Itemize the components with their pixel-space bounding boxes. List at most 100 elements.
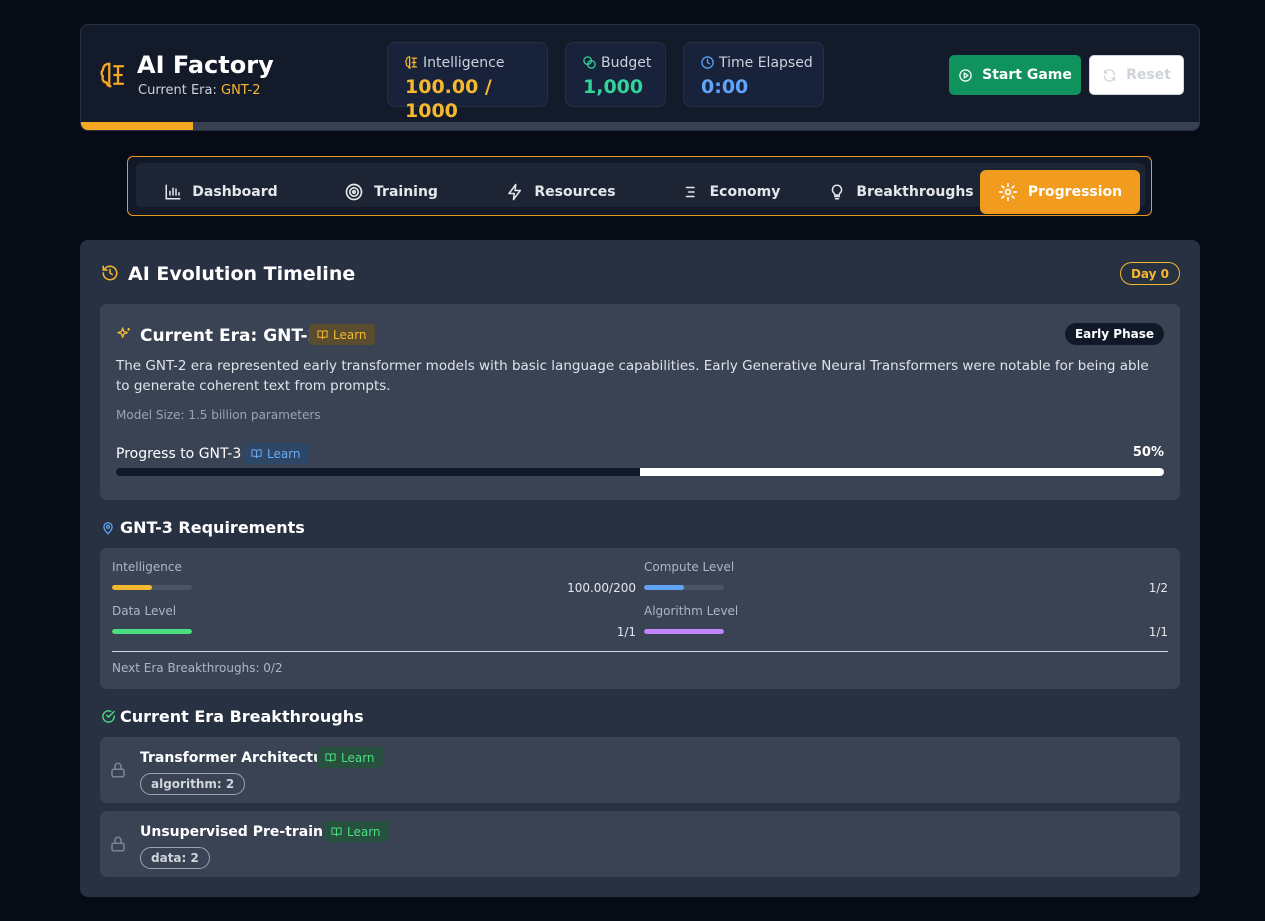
current-era-title: Current Era: GNT-2 — [140, 326, 320, 346]
tab-economy[interactable]: Economy — [646, 170, 816, 214]
brain-icon — [98, 60, 128, 90]
req-value-data: 1/1 — [616, 625, 636, 639]
coins-icon — [582, 55, 597, 70]
req-bar-data — [112, 629, 192, 634]
current-era-card: Current Era: GNT-2 Learn Early Phase The… — [100, 304, 1180, 500]
book-icon — [331, 826, 342, 837]
intelligence-value: 100.00 / 1000 — [405, 76, 492, 122]
requirements-title: GNT-3 Requirements — [120, 518, 305, 537]
breakthrough-name: Transformer Architecture — [140, 750, 340, 766]
intelligence-stat: Intelligence 100.00 / 1000 — [387, 42, 548, 122]
next-era-breakthroughs: Next Era Breakthroughs: 0/2 — [112, 661, 283, 675]
req-label-data: Data Level — [112, 604, 177, 618]
tab-breakthroughs[interactable]: Breakthroughs — [816, 170, 986, 214]
history-icon — [101, 264, 119, 282]
tab-label: Breakthroughs — [856, 184, 974, 200]
req-bar-algorithm — [644, 629, 724, 634]
progress-learn-button[interactable]: Learn — [243, 443, 309, 464]
book-icon — [251, 448, 262, 459]
era-progress-bar — [116, 468, 1164, 476]
list-icon — [682, 183, 700, 201]
start-game-label: Start Game — [982, 67, 1072, 83]
breakthrough-requirement-tag: algorithm: 2 — [140, 773, 246, 795]
app-header: AI Factory Current Era: GNT-2 Intelligen… — [80, 24, 1200, 131]
tab-dashboard[interactable]: Dashboard — [136, 170, 306, 214]
play-icon — [958, 68, 973, 83]
req-label-intelligence: Intelligence — [112, 560, 182, 574]
bar-chart-icon — [164, 183, 182, 201]
check-circle-icon — [101, 709, 116, 724]
req-fill-algorithm — [644, 629, 724, 634]
learn-label: Learn — [267, 446, 301, 461]
req-value-algorithm: 1/1 — [1148, 625, 1168, 639]
tab-progression[interactable]: Progression — [980, 170, 1140, 214]
req-fill-intelligence — [112, 585, 152, 590]
requirements-card: Intelligence 100.00/200 Compute Level 1/… — [100, 548, 1180, 689]
app-title: AI Factory — [137, 51, 274, 79]
tab-resources[interactable]: Resources — [476, 170, 646, 214]
budget-label: Budget — [601, 55, 652, 71]
progress-percent: 50% — [1132, 445, 1164, 460]
breakthroughs-title: Current Era Breakthroughs — [120, 707, 364, 726]
tab-label: Resources — [534, 184, 616, 200]
req-label-algorithm: Algorithm Level — [644, 604, 739, 618]
clock-icon — [700, 55, 715, 70]
era-prefix: Current Era: — [138, 83, 221, 98]
lock-icon — [109, 834, 127, 854]
req-fill-data — [112, 629, 192, 634]
learn-label: Learn — [347, 824, 381, 839]
target-icon — [344, 182, 364, 202]
time-value: 0:00 — [701, 76, 749, 98]
tab-label: Progression — [1027, 184, 1123, 200]
divider — [112, 651, 1168, 652]
breakthrough-card[interactable]: Unsupervised Pre-training Learn data: 2 — [100, 811, 1180, 877]
map-pin-icon — [101, 521, 115, 535]
era-progress-fill — [640, 468, 1164, 476]
gear-icon — [998, 182, 1018, 202]
era-progress-track — [81, 122, 1199, 130]
sparkles-icon — [116, 326, 132, 342]
req-value-compute: 1/2 — [1148, 581, 1168, 595]
era-name: GNT-2 — [221, 83, 261, 98]
learn-label: Learn — [333, 327, 367, 342]
progress-label: Progress to GNT-3 — [116, 446, 242, 462]
era-description: The GNT-2 era represented early transfor… — [116, 358, 1149, 394]
lock-icon — [109, 760, 127, 780]
reset-button[interactable]: Reset — [1089, 55, 1184, 95]
learn-label: Learn — [341, 750, 375, 765]
day-badge: Day 0 — [1119, 262, 1180, 285]
book-icon — [325, 752, 336, 763]
progression-panel: AI Evolution Timeline Day 0 Current Era:… — [80, 240, 1200, 897]
start-game-button[interactable]: Start Game — [949, 55, 1081, 95]
book-icon — [317, 329, 328, 340]
req-label-compute: Compute Level — [644, 560, 735, 574]
main-tabs: Dashboard Training Resources Economy Bre… — [127, 156, 1152, 216]
req-bar-compute — [644, 585, 724, 590]
reset-label: Reset — [1126, 67, 1171, 83]
lightbulb-icon — [828, 183, 846, 201]
tab-training[interactable]: Training — [306, 170, 476, 214]
timeline-title: AI Evolution Timeline — [128, 263, 356, 285]
breakthrough-learn-button[interactable]: Learn — [323, 821, 389, 842]
tab-label: Economy — [709, 184, 781, 200]
lightning-icon — [506, 183, 524, 201]
model-size: Model Size: 1.5 billion parameters — [116, 408, 321, 422]
req-value-intelligence: 100.00/200 — [567, 581, 636, 595]
era-learn-button[interactable]: Learn — [309, 324, 375, 345]
current-era-label: Current Era: GNT-2 — [138, 83, 261, 99]
breakthrough-requirement-tag: data: 2 — [140, 847, 210, 869]
req-fill-compute — [644, 585, 684, 590]
breakthrough-name: Unsupervised Pre-training — [140, 824, 348, 840]
req-bar-intelligence — [112, 585, 192, 590]
tab-label: Dashboard — [192, 184, 278, 200]
budget-stat: Budget 1,000 — [565, 42, 666, 107]
tab-label: Training — [374, 184, 438, 200]
intelligence-label: Intelligence — [423, 55, 505, 71]
brain-icon — [404, 55, 419, 70]
breakthrough-learn-button[interactable]: Learn — [317, 747, 383, 768]
phase-badge: Early Phase — [1064, 323, 1164, 345]
budget-value: 1,000 — [583, 76, 644, 98]
time-label: Time Elapsed — [719, 55, 813, 71]
refresh-icon — [1102, 68, 1117, 83]
breakthrough-card[interactable]: Transformer Architecture Learn algorithm… — [100, 737, 1180, 803]
